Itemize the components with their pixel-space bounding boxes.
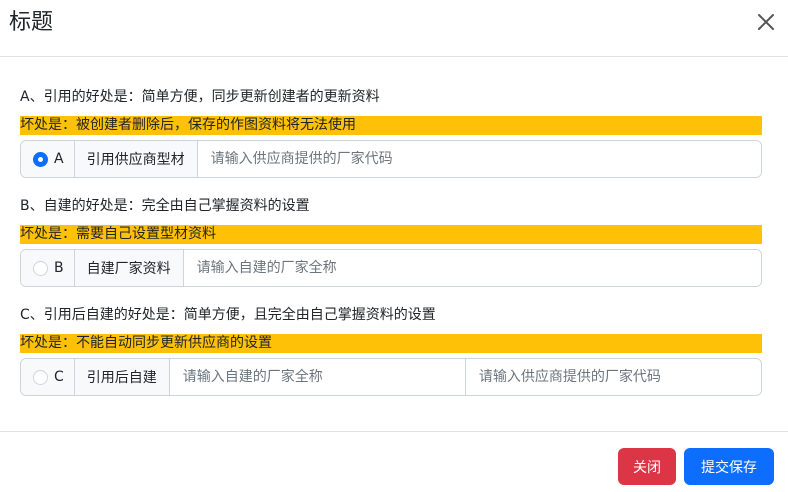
dialog-footer: 关闭 提交保存 bbox=[0, 431, 788, 492]
submit-save-button[interactable]: 提交保存 bbox=[684, 448, 774, 485]
option-b-input-group: B 自建厂家资料 bbox=[20, 249, 762, 287]
option-c-radio[interactable]: C bbox=[21, 359, 75, 395]
option-b-section: B、自建的好处是：完全由自己掌握资料的设置 坏处是：需要自己设置型材资料 B 自… bbox=[20, 196, 762, 287]
option-b-cons: 坏处是：需要自己设置型材资料 bbox=[20, 225, 762, 244]
option-c-pros: C、引用后自建的好处是：简单方便，且完全由自己掌握资料的设置 bbox=[20, 307, 436, 323]
supplier-code-input[interactable] bbox=[197, 141, 761, 177]
radio-checked-icon[interactable] bbox=[33, 151, 48, 167]
option-c-cons: 坏处是：不能自动同步更新供应商的设置 bbox=[20, 334, 762, 353]
radio-unchecked-icon[interactable] bbox=[33, 369, 48, 385]
option-c-label: 引用后自建 bbox=[74, 359, 170, 395]
option-a-letter: A bbox=[54, 151, 64, 167]
option-b-label: 自建厂家资料 bbox=[74, 250, 184, 286]
option-c-input-group: C 引用后自建 bbox=[20, 358, 762, 396]
option-a-input-group: A 引用供应商型材 bbox=[20, 140, 762, 178]
option-a-cons: 坏处是：被创建者删除后，保存的作图资料将无法使用 bbox=[20, 116, 762, 135]
option-c-section: C、引用后自建的好处是：简单方便，且完全由自己掌握资料的设置 坏处是：不能自动同… bbox=[20, 305, 762, 396]
manufacturer-name-input[interactable] bbox=[183, 250, 761, 286]
close-icon[interactable] bbox=[752, 8, 780, 36]
option-a-section: A、引用的好处是：简单方便，同步更新创建者的更新资料 坏处是：被创建者删除后，保… bbox=[20, 87, 762, 178]
option-a-radio[interactable]: A bbox=[21, 141, 75, 177]
option-c-letter: C bbox=[54, 369, 64, 385]
close-button[interactable]: 关闭 bbox=[618, 448, 676, 485]
radio-unchecked-icon[interactable] bbox=[33, 260, 48, 276]
manufacturer-name-input[interactable] bbox=[169, 359, 466, 395]
option-b-letter: B bbox=[54, 260, 64, 276]
option-a-label: 引用供应商型材 bbox=[74, 141, 198, 177]
dialog-title: 标题 bbox=[9, 10, 54, 35]
option-b-pros: B、自建的好处是：完全由自己掌握资料的设置 bbox=[20, 198, 310, 214]
supplier-code-input[interactable] bbox=[465, 359, 761, 395]
option-b-radio[interactable]: B bbox=[21, 250, 75, 286]
dialog-header: 标题 bbox=[0, 0, 788, 57]
option-a-pros: A、引用的好处是：简单方便，同步更新创建者的更新资料 bbox=[20, 89, 380, 105]
dialog-body: A、引用的好处是：简单方便，同步更新创建者的更新资料 坏处是：被创建者删除后，保… bbox=[0, 57, 788, 431]
